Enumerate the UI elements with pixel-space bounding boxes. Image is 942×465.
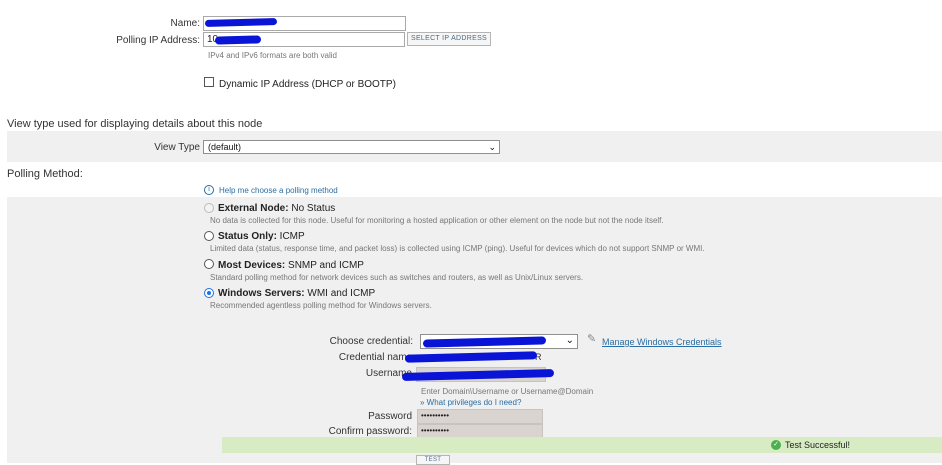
radio-status-only[interactable] bbox=[204, 231, 214, 241]
manage-windows-credentials-link[interactable]: Manage Windows Credentials bbox=[602, 337, 722, 347]
option-most-devices-title: Most Devices: SNMP and ICMP bbox=[218, 260, 364, 271]
dynamic-ip-label: Dynamic IP Address (DHCP or BOOTP) bbox=[219, 79, 396, 90]
polling-method-title: Polling Method: bbox=[7, 168, 83, 180]
radio-windows-servers[interactable] bbox=[204, 288, 214, 298]
test-status-text: Test Successful! bbox=[785, 440, 851, 450]
option-most-devices-desc: Standard polling method for network devi… bbox=[210, 273, 584, 282]
polling-ip-label: Polling IP Address: bbox=[116, 35, 200, 46]
chevron-down-icon: ⌄ bbox=[488, 142, 496, 152]
view-type-label: View Type bbox=[154, 142, 200, 153]
ip-redaction bbox=[214, 35, 262, 45]
username-label: Username bbox=[365, 368, 412, 379]
choose-credential-label: Choose credential: bbox=[329, 336, 413, 347]
name-label: Name: bbox=[170, 18, 200, 29]
option-external-node-desc: No data is collected for this node. Usef… bbox=[210, 216, 664, 225]
check-circle-icon: ✓ bbox=[771, 440, 781, 450]
confirm-password-label: Confirm password: bbox=[328, 426, 412, 437]
polling-help-link[interactable]: Help me choose a polling method bbox=[219, 186, 338, 195]
radio-external-node[interactable] bbox=[204, 203, 214, 213]
ip-format-hint: IPv4 and IPv6 formats are both valid bbox=[208, 51, 337, 60]
chevron-down-icon: ⌄ bbox=[565, 335, 574, 346]
privileges-help-link[interactable]: » What privileges do I need? bbox=[420, 398, 521, 407]
option-status-only-title: Status Only: ICMP bbox=[218, 231, 305, 242]
view-type-section-title: View type used for displaying details ab… bbox=[7, 118, 263, 130]
option-status-only-desc: Limited data (status, response time, and… bbox=[210, 244, 705, 253]
password-label: Password bbox=[368, 411, 412, 422]
credential-name-label: Credential name: bbox=[338, 352, 415, 363]
dynamic-ip-checkbox[interactable] bbox=[204, 77, 214, 87]
option-windows-servers-desc: Recommended agentless polling method for… bbox=[210, 301, 432, 310]
option-windows-servers-title: Windows Servers: WMI and ICMP bbox=[218, 288, 376, 299]
radio-most-devices[interactable] bbox=[204, 259, 214, 269]
password-input[interactable]: •••••••••• bbox=[417, 409, 543, 424]
info-icon: i bbox=[204, 185, 214, 195]
test-button[interactable]: TEST bbox=[416, 455, 450, 465]
view-type-selected: (default) bbox=[208, 142, 242, 152]
pencil-icon: ✎ bbox=[587, 333, 597, 345]
option-external-node-title: External Node: No Status bbox=[218, 203, 336, 214]
select-ip-address-button[interactable]: SELECT IP ADDRESS bbox=[407, 32, 491, 46]
view-type-select[interactable]: (default) ⌄ bbox=[203, 140, 500, 154]
username-format-hint: Enter Domain\Username or Username@Domain bbox=[421, 387, 594, 396]
